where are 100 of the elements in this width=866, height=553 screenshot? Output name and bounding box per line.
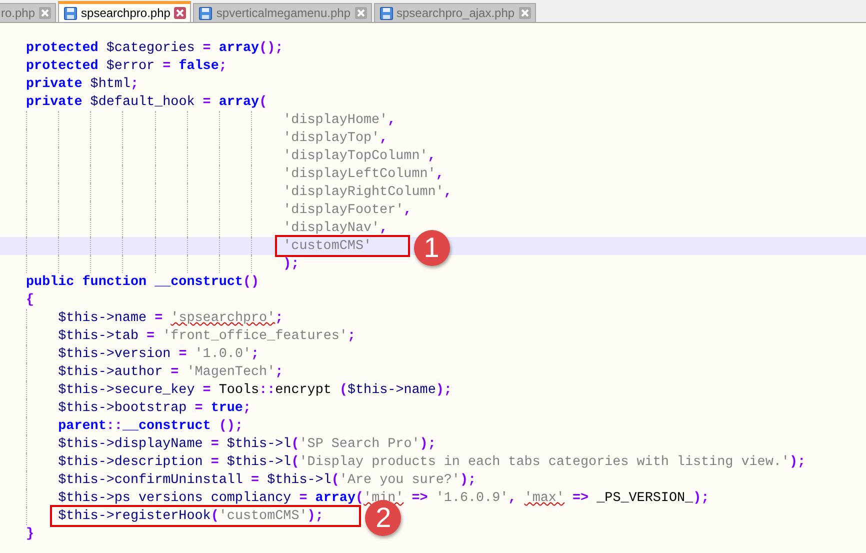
- code-token: private: [26, 76, 84, 92]
- code-token: 'displayNav': [283, 220, 380, 236]
- code-token: $this->version: [58, 346, 172, 362]
- code-token: $default_hook: [90, 94, 196, 110]
- code-token: ,: [380, 220, 388, 236]
- code-token: (: [210, 508, 219, 524]
- code-token: (: [355, 490, 364, 506]
- code-token: $this->description: [58, 454, 204, 470]
- code-token: $this->l: [226, 454, 292, 470]
- code-token: =>: [410, 490, 429, 506]
- code-token: =: [202, 382, 212, 398]
- code-token: ,: [388, 112, 396, 128]
- code-token: ,: [436, 166, 444, 182]
- code-token: array: [218, 94, 260, 110]
- close-icon[interactable]: [39, 7, 52, 19]
- code-token: _PS_VERSION_: [596, 490, 694, 506]
- code-token: $this->bootstrap: [58, 400, 188, 416]
- code-token: =: [210, 436, 220, 452]
- code-token: $this->l: [267, 472, 332, 488]
- code-token: parent: [58, 418, 106, 434]
- code-token: 'max': [524, 490, 564, 506]
- code-token: $this->confirmUninstall: [58, 472, 244, 488]
- code-token: =: [170, 364, 180, 380]
- code-token: 'spsearchpro': [170, 310, 276, 326]
- code-token: $this->l: [226, 436, 292, 452]
- code-token: );: [420, 436, 436, 452]
- callout-number: 2: [365, 500, 402, 536]
- code-token: 'displayFooter': [283, 202, 404, 218]
- code-token: (): [242, 274, 260, 290]
- code-token: $this->author: [58, 364, 164, 380]
- code-token: =: [162, 58, 172, 74]
- code-token: ,: [404, 202, 412, 218]
- code-token: 'Are you sure?': [339, 472, 460, 488]
- code-token: =: [154, 310, 164, 326]
- code-token: 'MagenTech': [186, 364, 276, 380]
- code-token: );: [693, 490, 710, 506]
- close-icon[interactable]: [174, 7, 186, 19]
- code-token: );: [283, 256, 300, 272]
- code-token: array: [218, 40, 260, 56]
- code-token: (: [291, 454, 300, 470]
- code-token: );: [307, 508, 324, 524]
- code-token: '1.6.0.9': [436, 490, 508, 506]
- code-token: 'front_office_features': [162, 328, 348, 344]
- code-token: $this->secure_key: [58, 382, 196, 398]
- code-token: ;: [347, 328, 356, 344]
- code-token: ();: [259, 40, 284, 56]
- code-token: 'customCMS': [218, 508, 308, 524]
- code-token: $this->displayName: [58, 436, 204, 452]
- code-token: private: [26, 94, 84, 110]
- code-token: function: [82, 274, 148, 290]
- code-token: );: [789, 454, 806, 470]
- code-token: (: [339, 382, 348, 398]
- code-token: ,: [508, 490, 518, 506]
- callout-number: 1: [414, 230, 450, 266]
- file-tab[interactable]: spverticalmegamenu.php: [193, 3, 372, 22]
- code-token: protected: [26, 40, 100, 56]
- code-token: ;: [275, 364, 284, 380]
- code-token: ;: [218, 58, 227, 74]
- code-token: 'displayRightColumn': [283, 184, 444, 200]
- code-token: =: [210, 454, 220, 470]
- code-token: =: [194, 400, 204, 416]
- code-token: }: [26, 526, 34, 542]
- code-token: ;: [130, 76, 139, 92]
- code-token: ,: [428, 148, 436, 164]
- code-token: '1.0.0': [194, 346, 252, 362]
- code-token: =: [202, 40, 212, 56]
- code-token: ,: [380, 130, 388, 146]
- code-token: $html: [90, 76, 130, 92]
- file-tab[interactable]: spsearchpro.php: [58, 1, 192, 22]
- code-token: true: [210, 400, 243, 416]
- code-token: encrypt: [275, 382, 332, 398]
- code-token: (: [331, 472, 340, 488]
- code-token: false: [178, 58, 219, 74]
- code-token: ;: [242, 400, 252, 416]
- code-token: =: [178, 346, 188, 362]
- code-token: =: [146, 328, 156, 344]
- code-token: =: [251, 472, 260, 488]
- code-token: $this->name: [347, 382, 436, 398]
- code-token: ::: [259, 382, 276, 398]
- file-tab[interactable]: spsearchpro_ajax.php: [374, 3, 536, 22]
- code-token: =>: [572, 490, 590, 506]
- code-token: {: [26, 292, 34, 308]
- code-token: ::: [106, 418, 122, 434]
- code-token: (: [291, 436, 300, 452]
- code-token: ();: [218, 418, 243, 434]
- file-tab[interactable]: ro.php: [0, 3, 56, 22]
- code-token: array: [315, 490, 356, 506]
- code-token: ,: [444, 184, 452, 200]
- code-token: $this->name: [58, 310, 148, 326]
- code-token: ;: [251, 346, 260, 362]
- code-token: 'customCMS': [283, 238, 372, 254]
- code-token: Tools: [218, 382, 260, 398]
- code-token: $this->ps versions compliancy: [58, 490, 292, 506]
- code-token: __construct: [122, 418, 212, 434]
- close-icon[interactable]: [354, 7, 366, 19]
- code-token: 'displayTop': [283, 130, 380, 146]
- close-icon[interactable]: [518, 7, 531, 19]
- code-token: (: [259, 94, 268, 110]
- code-token: $this->registerHook: [58, 508, 211, 524]
- code-token: );: [460, 472, 476, 488]
